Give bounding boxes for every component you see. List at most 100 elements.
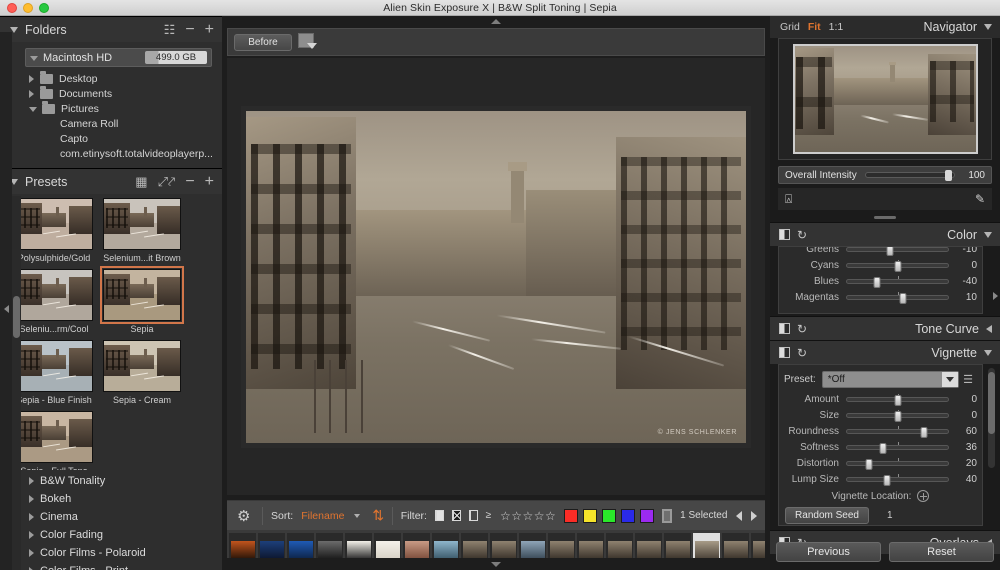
- resize-grip[interactable]: [874, 215, 896, 219]
- random-seed-button[interactable]: Random Seed: [785, 506, 869, 524]
- center-top-handle[interactable]: [222, 16, 770, 26]
- slider-track[interactable]: [846, 247, 949, 256]
- folder-tree-item[interactable]: Desktop: [11, 70, 214, 86]
- color-label-swatch[interactable]: [602, 508, 617, 523]
- preset-thumbnail[interactable]: [100, 266, 184, 324]
- image-stage[interactable]: © JENS SCHLENKER: [227, 58, 765, 495]
- slider-row[interactable]: Softness 36: [779, 439, 982, 455]
- collapse-icon[interactable]: ⤢⤤: [158, 175, 176, 188]
- copy-preset-icon[interactable]: ☰: [959, 373, 977, 386]
- slider-knob[interactable]: [883, 474, 891, 486]
- slider-track[interactable]: [846, 275, 949, 288]
- chevron-up-icon[interactable]: [491, 18, 501, 24]
- crop-icon[interactable]: ⍓: [785, 192, 792, 207]
- chevron-down-icon[interactable]: [354, 513, 361, 518]
- slider-row[interactable]: Distortion 20: [779, 455, 982, 471]
- chevron-down-icon[interactable]: [984, 231, 992, 238]
- slider-knob[interactable]: [894, 394, 901, 406]
- color-label-swatch[interactable]: [640, 508, 655, 523]
- preset-thumbnail[interactable]: [15, 411, 93, 463]
- slider-track[interactable]: [846, 457, 949, 470]
- main-photo[interactable]: © JENS SCHLENKER: [241, 105, 751, 448]
- sort-direction-icon[interactable]: ⇅: [372, 507, 384, 524]
- slider-row[interactable]: Magentas 10: [779, 289, 982, 305]
- chevron-down-icon[interactable]: [30, 56, 38, 61]
- view-mode-dropdown[interactable]: [298, 33, 318, 51]
- intensity-track[interactable]: [864, 170, 955, 181]
- slider-knob[interactable]: [920, 426, 928, 438]
- preset-thumbnail[interactable]: [103, 198, 181, 250]
- chevron-down-icon[interactable]: [491, 561, 501, 567]
- chevron-right-icon[interactable]: [29, 531, 34, 539]
- slider-row[interactable]: Roundness 60: [779, 423, 982, 439]
- panels-icon[interactable]: ☷: [164, 23, 176, 36]
- rating-operator[interactable]: ≥: [486, 510, 492, 521]
- left-panel-scrollbar[interactable]: [12, 196, 21, 570]
- reset-icon[interactable]: ↻: [797, 228, 807, 242]
- plus-icon[interactable]: +: [205, 173, 214, 190]
- chevron-right-icon[interactable]: [29, 89, 34, 98]
- slider-row[interactable]: Greens -10: [779, 247, 982, 257]
- slider-track[interactable]: [846, 291, 949, 304]
- minimize-window-button[interactable]: [23, 3, 33, 13]
- flag-picked-icon[interactable]: [434, 510, 444, 521]
- right-panel-resize-handle[interactable]: [770, 212, 1000, 222]
- slider-knob[interactable]: [894, 260, 901, 272]
- preset-thumbnail[interactable]: [15, 198, 93, 250]
- slider-row[interactable]: Blues -40: [779, 273, 982, 289]
- slider-knob[interactable]: [865, 458, 873, 470]
- color-label-swatch[interactable]: [583, 508, 598, 523]
- slider-knob[interactable]: [899, 292, 907, 304]
- reset-icon[interactable]: ↻: [797, 322, 807, 336]
- intensity-knob[interactable]: [945, 170, 952, 181]
- chevron-down-icon[interactable]: [307, 43, 317, 49]
- chevron-down-icon[interactable]: [984, 24, 992, 30]
- color-label-swatch[interactable]: [564, 508, 579, 523]
- preset-thumbnail[interactable]: [103, 340, 181, 392]
- flag-unflagged-icon[interactable]: [468, 510, 478, 521]
- navigator-thumbnail[interactable]: [792, 44, 978, 154]
- scrollbar-thumb[interactable]: [988, 372, 995, 434]
- minus-icon[interactable]: −: [185, 173, 194, 190]
- left-panel-collapse-handle[interactable]: [0, 32, 12, 570]
- preset-item[interactable]: Sepia: [100, 266, 184, 334]
- preset-category-item[interactable]: Cinema: [3, 508, 222, 526]
- folder-tree-item[interactable]: Pictures: [11, 100, 214, 116]
- folder-tree-item[interactable]: Documents: [11, 85, 214, 101]
- window-controls[interactable]: [7, 3, 49, 13]
- zoom-option-1-1[interactable]: 1:1: [829, 21, 844, 33]
- slider-knob[interactable]: [886, 247, 894, 256]
- color-section-header[interactable]: ↻ Color: [770, 222, 1000, 246]
- slider-row[interactable]: Cyans 0: [779, 257, 982, 273]
- volume-row[interactable]: Macintosh HD 499.0 GB: [25, 48, 212, 67]
- split-toggle-icon[interactable]: [779, 347, 790, 358]
- chevron-down-icon[interactable]: [984, 349, 992, 356]
- preset-thumbnail[interactable]: [15, 340, 93, 392]
- preset-item[interactable]: Polysulphide/Gold: [15, 198, 93, 263]
- slider-row[interactable]: Lump Size 40: [779, 471, 982, 487]
- chevron-down-icon[interactable]: [942, 371, 958, 387]
- chevron-right-icon[interactable]: [29, 549, 34, 557]
- plus-icon[interactable]: +: [205, 21, 214, 38]
- preset-category-item[interactable]: Color Films - Polaroid: [3, 544, 222, 562]
- presets-panel-header[interactable]: Presets ▦ ⤢⤤ − +: [0, 168, 222, 194]
- slider-row[interactable]: Amount 0: [779, 391, 982, 407]
- reset-button[interactable]: Reset: [889, 542, 994, 562]
- previous-button[interactable]: Previous: [776, 542, 881, 562]
- chevron-right-icon[interactable]: [29, 513, 34, 521]
- target-icon[interactable]: [917, 490, 930, 502]
- folder-tree-item[interactable]: Camera Roll: [11, 116, 214, 131]
- overall-intensity-slider[interactable]: Overall Intensity 100: [778, 166, 992, 184]
- slider-track[interactable]: [846, 259, 949, 272]
- chevron-right-icon[interactable]: [29, 477, 34, 485]
- slider-track[interactable]: [846, 409, 949, 422]
- before-button[interactable]: Before: [234, 33, 292, 51]
- brush-icon[interactable]: ✎: [975, 192, 985, 206]
- chevron-down-icon[interactable]: [29, 107, 37, 112]
- preset-category-item[interactable]: Color Fading: [3, 526, 222, 544]
- folder-tree-item[interactable]: Capto: [11, 131, 214, 146]
- preset-category-item[interactable]: Color Films - Print: [3, 562, 222, 570]
- right-panel-collapse-handle[interactable]: [990, 266, 1000, 326]
- vignette-section-header[interactable]: ↻ Vignette: [770, 340, 1000, 364]
- minus-icon[interactable]: −: [185, 21, 194, 38]
